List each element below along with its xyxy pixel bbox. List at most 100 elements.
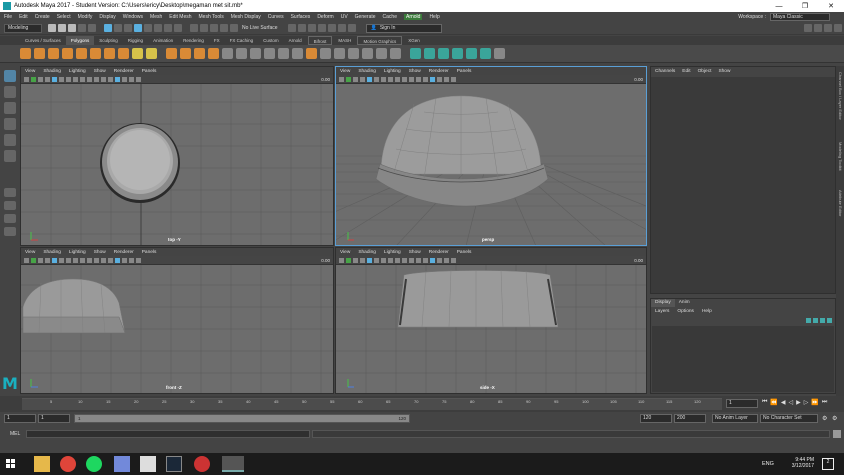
lights-icon[interactable] <box>73 76 78 82</box>
system-clock[interactable]: 9:44 PM 3/12/2017 <box>792 457 814 469</box>
render-settings-icon[interactable] <box>327 24 336 32</box>
vp-menu-renderer[interactable]: Renderer <box>114 69 134 74</box>
menu-mesh[interactable]: Mesh <box>150 14 162 20</box>
play-backwards-icon[interactable]: ◁ <box>789 399 794 406</box>
gamma-icon[interactable] <box>136 257 141 263</box>
combine-icon[interactable] <box>166 48 177 59</box>
exposure-value[interactable]: 0.00 <box>321 258 330 263</box>
shadows-icon[interactable] <box>80 76 85 82</box>
windows-start-icon[interactable] <box>6 459 16 469</box>
textured-icon[interactable] <box>381 76 386 82</box>
wireframe-icon[interactable] <box>52 257 57 263</box>
uv-editor-icon[interactable] <box>410 48 421 59</box>
tool-settings-icon[interactable] <box>824 24 832 32</box>
menu-surfaces[interactable]: Surfaces <box>291 14 311 20</box>
select-by-curve-icon[interactable] <box>154 24 162 32</box>
select-by-deform-icon[interactable] <box>174 24 182 32</box>
isolate-select-icon[interactable] <box>108 257 113 263</box>
wireframe-icon[interactable] <box>52 76 57 82</box>
fill-hole-icon[interactable] <box>320 48 331 59</box>
menu-modify[interactable]: Modify <box>78 14 93 20</box>
viewport-persp[interactable]: View Shading Lighting Show Renderer Pane… <box>335 66 647 246</box>
step-back-key-icon[interactable]: ⏪ <box>770 399 777 406</box>
xray-joints-icon[interactable] <box>122 257 127 263</box>
vp-menu-renderer[interactable]: Renderer <box>114 250 134 255</box>
gamma-icon[interactable] <box>451 76 456 82</box>
xray-icon[interactable] <box>115 76 120 82</box>
sign-in-field[interactable]: 👤 Sign In <box>365 23 442 33</box>
step-forward-key-icon[interactable]: ⏩ <box>811 399 818 406</box>
menu-set-dropdown[interactable]: Modeling <box>4 23 42 33</box>
move-tool-icon[interactable] <box>4 118 16 130</box>
textured-icon[interactable] <box>381 257 386 263</box>
select-object-icon[interactable] <box>114 24 122 32</box>
textured-icon[interactable] <box>66 76 71 82</box>
menu-curves[interactable]: Curves <box>268 14 284 20</box>
ao-icon[interactable] <box>87 76 92 82</box>
shelf-tab-xgen[interactable]: XGen <box>403 36 425 45</box>
time-slider-track[interactable]: 5 10 15 20 25 30 35 40 45 50 55 60 65 70 75 80 85 90 95 100… <box>22 398 722 410</box>
vp-menu-show[interactable]: Show <box>94 250 106 255</box>
textured-icon[interactable] <box>66 257 71 263</box>
poly-plane-icon[interactable] <box>90 48 101 59</box>
shelf-tab-bifrost[interactable]: Bifrost <box>307 36 333 45</box>
reduce-icon[interactable] <box>236 48 247 59</box>
vp-menu-renderer[interactable]: Renderer <box>429 69 449 74</box>
auto-key-icon[interactable]: ⚙ <box>822 415 827 422</box>
menu-file[interactable]: File <box>4 14 12 20</box>
menu-create[interactable]: Create <box>35 14 50 20</box>
shelf-tab-rendering[interactable]: Rendering <box>178 36 209 45</box>
xray-joints-icon[interactable] <box>122 76 127 82</box>
vp-menu-shading[interactable]: Shading <box>358 69 376 74</box>
four-pane-layout-icon[interactable] <box>4 201 16 210</box>
discord-icon[interactable] <box>114 456 130 472</box>
vp-menu-panels[interactable]: Panels <box>142 69 157 74</box>
layer-tab-display[interactable]: Display <box>651 299 675 307</box>
exposure-value[interactable]: 0.00 <box>634 77 643 82</box>
poly-cone-icon[interactable] <box>62 48 73 59</box>
smooth-shade-icon[interactable] <box>374 76 379 82</box>
rotate-tool-icon[interactable] <box>4 134 16 146</box>
outliner-layout-icon[interactable] <box>4 227 16 236</box>
shelf-tab-motion-graphics[interactable]: Motion Graphics <box>357 36 403 45</box>
image-plane-icon[interactable] <box>353 76 358 82</box>
shelf-tab-custom[interactable]: Custom <box>258 36 284 45</box>
channel-box-icon[interactable] <box>834 24 842 32</box>
shadows-icon[interactable] <box>395 257 400 263</box>
menu-mesh-tools[interactable]: Mesh Tools <box>199 14 224 20</box>
motion-blur-icon[interactable] <box>409 257 414 263</box>
spotify-icon[interactable] <box>86 456 102 472</box>
layer-tab-anim[interactable]: Anim <box>675 299 694 307</box>
layer-menu-help[interactable]: Help <box>702 309 712 314</box>
menu-deform[interactable]: Deform <box>317 14 333 20</box>
shadows-icon[interactable] <box>80 257 85 263</box>
ipr-render-icon[interactable] <box>317 24 326 32</box>
svg-icon[interactable] <box>146 48 157 59</box>
image-plane-icon[interactable] <box>38 76 43 82</box>
script-editor-icon[interactable] <box>833 430 841 438</box>
scene-end-field[interactable]: 200 <box>674 414 706 423</box>
close-button[interactable]: ✕ <box>818 2 844 10</box>
vp-menu-panels[interactable]: Panels <box>457 250 472 255</box>
xray-joints-icon[interactable] <box>437 257 442 263</box>
snap-view-plane-icon[interactable] <box>220 24 228 32</box>
anti-alias-icon[interactable] <box>416 257 421 263</box>
multi-cut-icon[interactable] <box>348 48 359 59</box>
shelf-tab-rigging[interactable]: Rigging <box>123 36 148 45</box>
menu-cache[interactable]: Cache <box>383 14 397 20</box>
tab-attribute-editor[interactable]: Attribute Editor <box>837 190 843 216</box>
exposure-value[interactable]: 0.00 <box>321 77 330 82</box>
camera-attr-icon[interactable] <box>339 76 344 82</box>
current-frame-field[interactable]: 1 <box>726 399 758 408</box>
scale-tool-icon[interactable] <box>4 150 16 162</box>
backface-icon[interactable] <box>444 76 449 82</box>
channel-menu-object[interactable]: Object <box>698 69 712 74</box>
new-layer-selected-icon[interactable] <box>827 318 832 323</box>
menu-help[interactable]: Help <box>429 14 439 20</box>
vp-menu-show[interactable]: Show <box>409 69 421 74</box>
select-component-icon[interactable] <box>124 24 132 32</box>
input-language[interactable]: ENG <box>762 461 774 467</box>
boolean-icon[interactable] <box>208 48 219 59</box>
lights-icon[interactable] <box>388 257 393 263</box>
shelf-tab-fx[interactable]: FX <box>209 36 225 45</box>
